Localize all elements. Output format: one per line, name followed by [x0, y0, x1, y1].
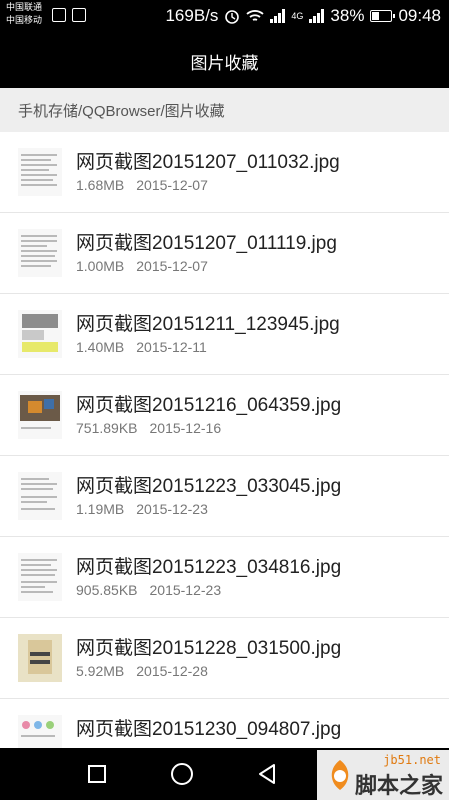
carrier-2: 中国移动 [6, 15, 43, 25]
file-meta: 1.68MB 2015-12-07 [76, 177, 220, 193]
home-icon[interactable] [171, 763, 193, 785]
carrier-info: 中国联通 中国移动 [6, 1, 42, 27]
wifi-icon [246, 10, 265, 21]
clock: 09:48 [398, 6, 441, 25]
thumbnail-icon [18, 553, 62, 601]
back-icon[interactable] [256, 763, 278, 785]
thumbnail-icon [18, 148, 62, 196]
file-name: 网页截图20151207_011032.jpg [76, 152, 340, 173]
file-size: 1.40MB [76, 339, 125, 355]
thumbnail-icon [18, 229, 62, 277]
network-speed: 169B/s [165, 6, 219, 25]
list-item[interactable]: 网页截图20151211_123945.jpg 1.40MB 2015-12-11 [0, 294, 449, 375]
thumbnail-icon [18, 634, 62, 682]
signal-icon-2 [309, 9, 325, 23]
thumbnail-icon [18, 310, 62, 358]
file-meta: 1.00MB 2015-12-07 [76, 258, 220, 274]
thumbnail-icon [18, 472, 62, 520]
file-name: 网页截图20151228_031500.jpg [76, 638, 342, 659]
status-bar: 中国联通 中国移动 169B/s 4G 38% 09:48 [0, 0, 449, 34]
watermark-text: 脚本之家 [354, 773, 443, 798]
file-date: 2015-12-07 [136, 258, 208, 274]
watermark-url: jb51.net [383, 753, 441, 767]
file-name: 网页截图20151223_033045.jpg [76, 476, 342, 497]
file-list[interactable]: 网页截图20151207_011032.jpg 1.68MB 2015-12-07… [0, 132, 449, 748]
file-name: 网页截图20151223_034816.jpg [76, 557, 342, 578]
file-size: 1.00MB [76, 258, 125, 274]
recent-apps-icon[interactable] [88, 765, 106, 783]
file-meta: 5.92MB 2015-12-28 [76, 663, 220, 679]
file-size: 905.85KB [76, 582, 138, 598]
list-item[interactable]: 网页截图20151216_064359.jpg 751.89KB 2015-12-… [0, 375, 449, 456]
list-item[interactable]: 网页截图20151230_094807.jpg [0, 699, 449, 748]
thumbnail-icon [18, 391, 62, 439]
file-date: 2015-12-23 [149, 582, 222, 598]
file-date: 2015-12-16 [149, 420, 222, 436]
page-title: 图片收藏 [190, 53, 259, 73]
list-item[interactable]: 网页截图20151207_011119.jpg 1.00MB 2015-12-07 [0, 213, 449, 294]
carrier-1: 中国联通 [6, 2, 43, 12]
breadcrumb[interactable]: 手机存储/QQBrowser/图片收藏 [0, 88, 449, 132]
watermark-logo-icon [331, 760, 349, 790]
file-date: 2015-12-11 [136, 339, 207, 355]
alarm-icon [225, 10, 240, 24]
file-name: 网页截图20151230_094807.jpg [76, 719, 342, 740]
list-item[interactable]: 网页截图20151228_031500.jpg 5.92MB 2015-12-28 [0, 618, 449, 699]
file-size: 751.89KB [76, 420, 138, 436]
list-item[interactable]: 网页截图20151223_033045.jpg 1.19MB 2015-12-23 [0, 456, 449, 537]
file-date: 2015-12-07 [136, 177, 208, 193]
file-size: 5.92MB [76, 663, 125, 679]
file-date: 2015-12-28 [136, 663, 208, 679]
file-date: 2015-12-23 [136, 501, 208, 517]
network-type: 4G [291, 11, 304, 21]
file-size: 1.19MB [76, 501, 125, 517]
file-name: 网页截图20151211_123945.jpg [76, 314, 340, 335]
list-item[interactable]: 网页截图20151207_011032.jpg 1.68MB 2015-12-07 [0, 132, 449, 213]
signal-icon [270, 9, 286, 23]
file-meta: 1.19MB 2015-12-23 [76, 501, 220, 517]
file-meta: 1.40MB 2015-12-11 [76, 339, 219, 355]
file-meta: 751.89KB 2015-12-16 [76, 420, 233, 436]
file-meta: 905.85KB 2015-12-23 [76, 582, 233, 598]
battery-percent: 38% [330, 6, 365, 25]
list-item[interactable]: 网页截图20151223_034816.jpg 905.85KB 2015-12-… [0, 537, 449, 618]
image-icon [52, 8, 66, 22]
file-name: 网页截图20151207_011119.jpg [76, 233, 337, 254]
briefcase-icon [72, 8, 86, 22]
title-bar: 图片收藏 [0, 34, 449, 88]
breadcrumb-path: 手机存储/QQBrowser/图片收藏 [18, 102, 225, 120]
file-name: 网页截图20151216_064359.jpg [76, 395, 342, 416]
file-size: 1.68MB [76, 177, 125, 193]
thumbnail-icon [18, 715, 62, 748]
battery-icon [370, 10, 396, 22]
watermark: jb51.net 脚本之家 [317, 750, 449, 800]
